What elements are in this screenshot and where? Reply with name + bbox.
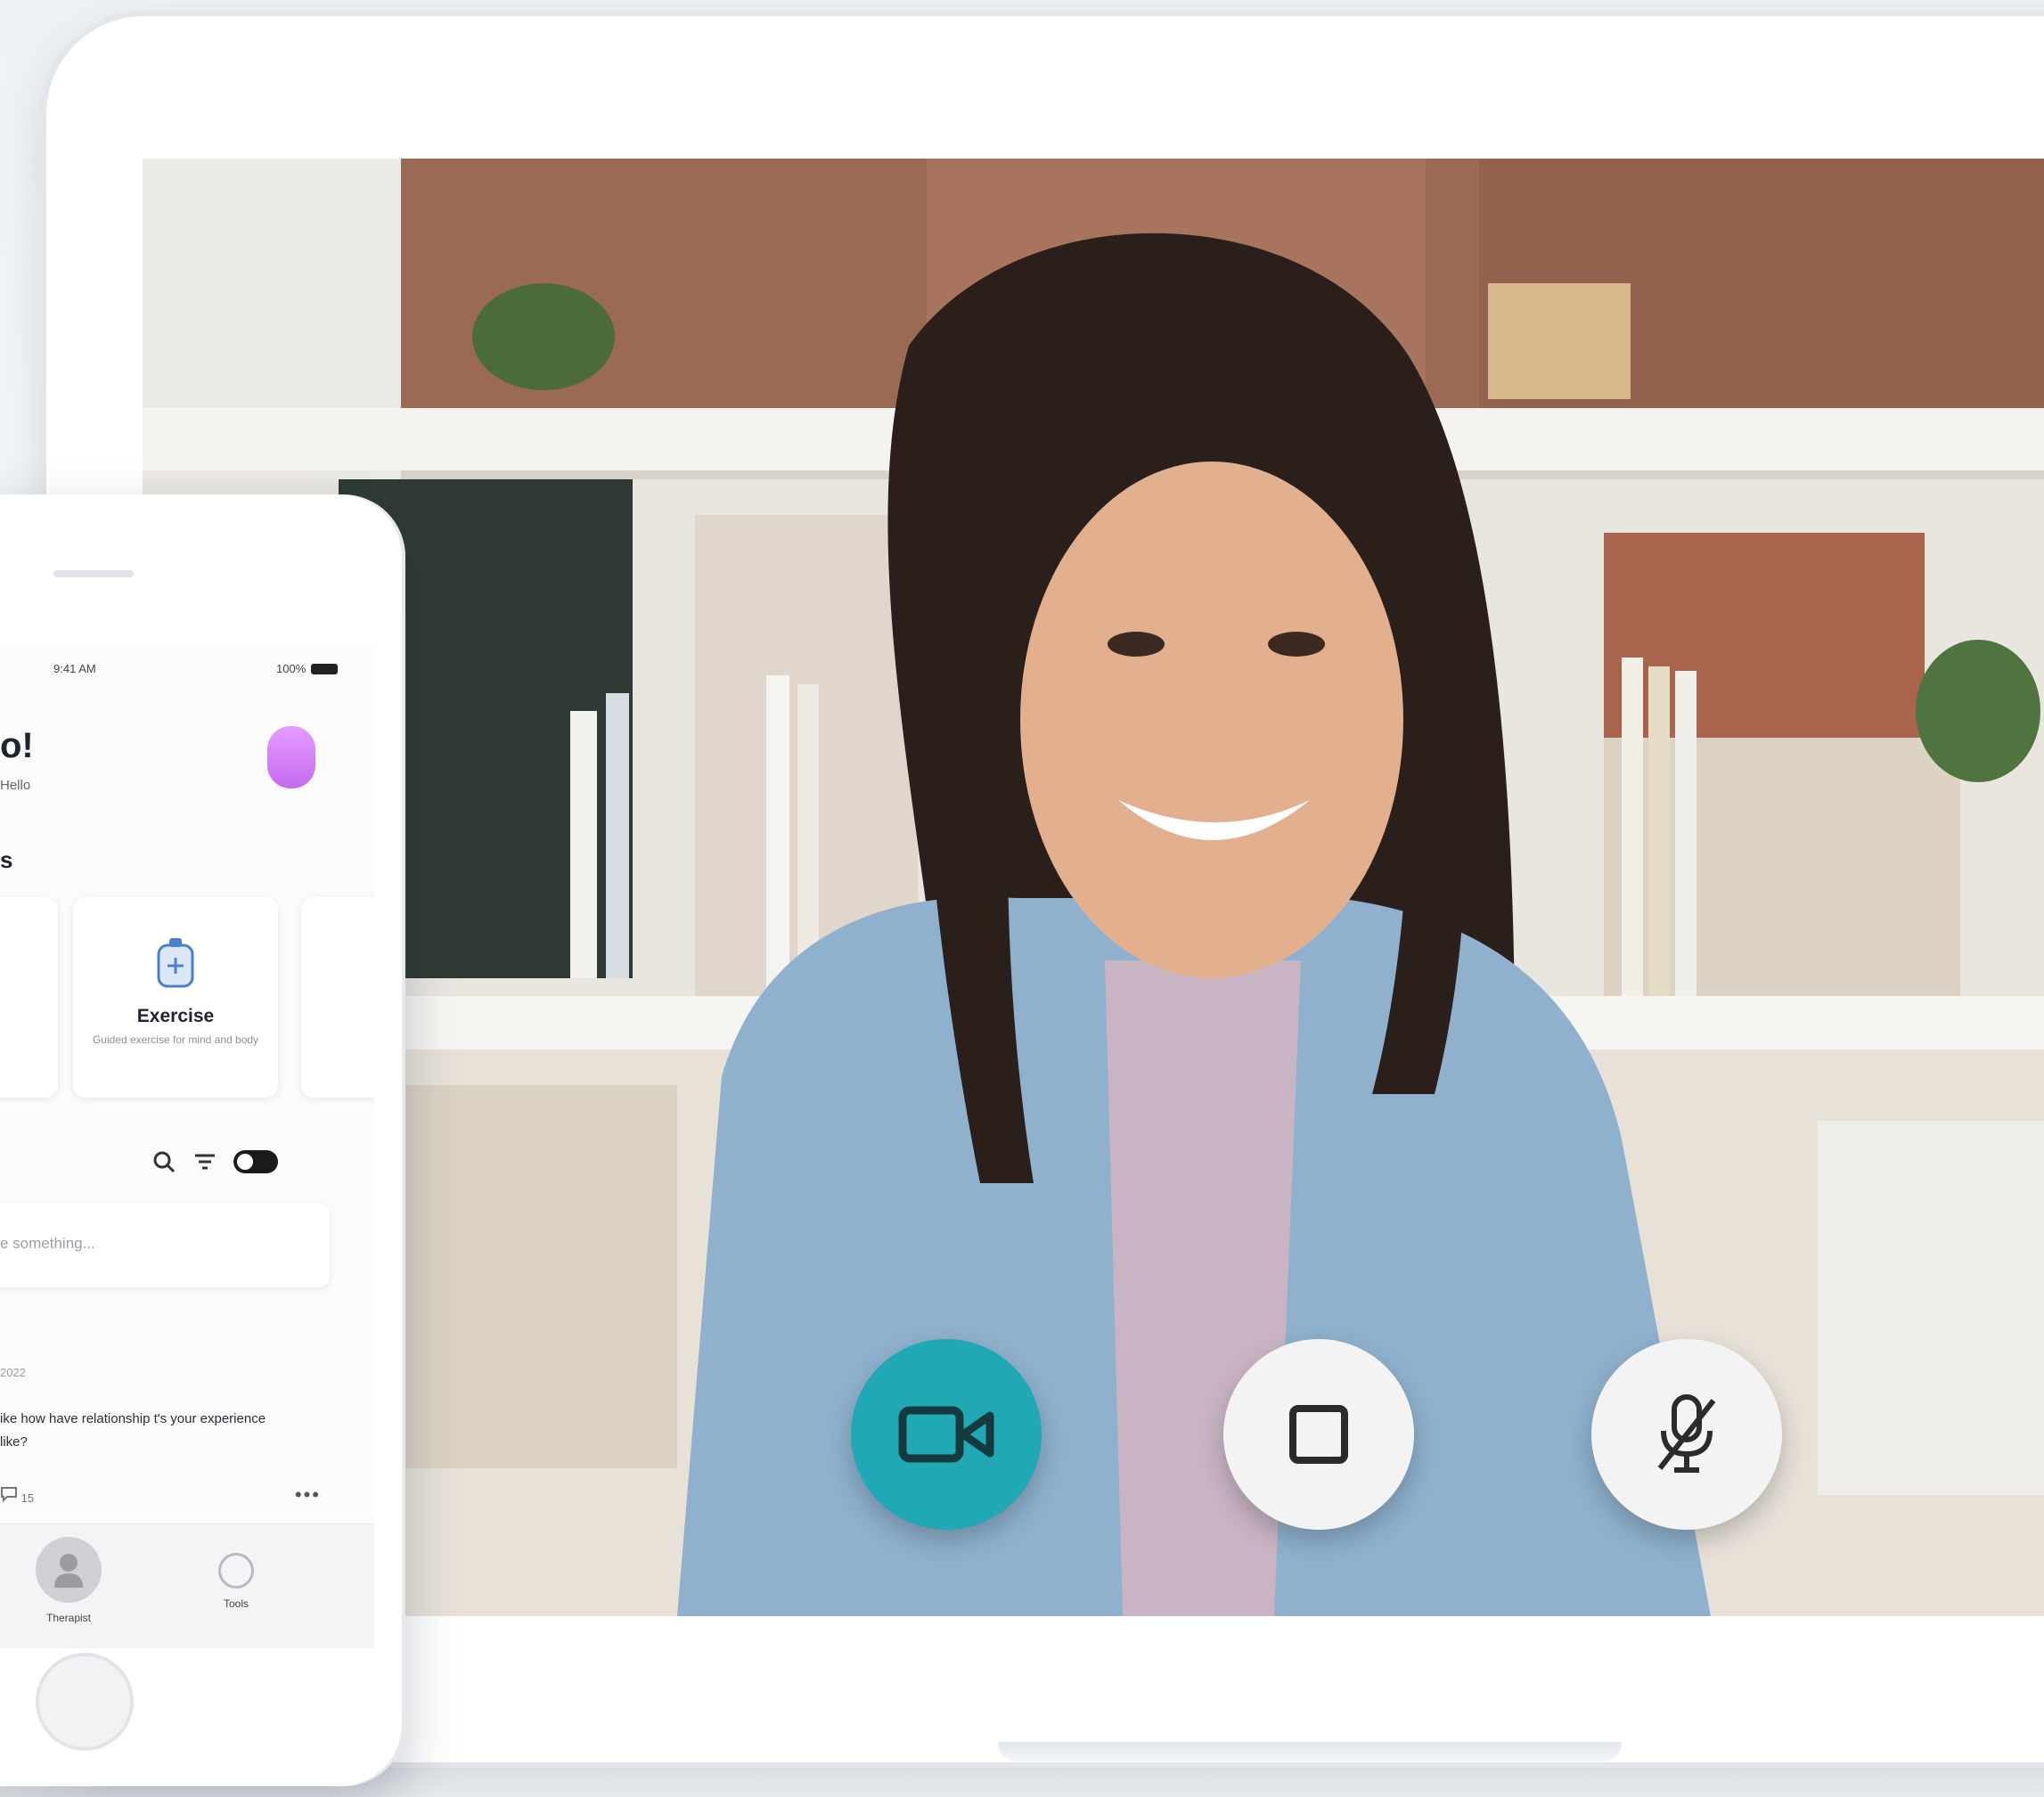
bottom-tab-bar: Therapist Tools — [0, 1523, 374, 1648]
compose-post-field[interactable]: e something... — [0, 1203, 330, 1287]
feed-toggle[interactable] — [233, 1150, 278, 1173]
tab-label: Therapist — [45, 1612, 92, 1624]
comment-icon — [1, 1486, 17, 1502]
mute-microphone-button[interactable] — [1591, 1339, 1782, 1530]
post-actions: 15 ••• — [0, 1483, 321, 1507]
reply-count: 15 — [20, 1491, 35, 1505]
compose-placeholder: e something... — [0, 1235, 95, 1252]
tab-therapist[interactable]: Therapist — [36, 1537, 102, 1624]
card-partial-right[interactable] — [301, 897, 374, 1098]
camera-toggle-button[interactable] — [851, 1339, 1042, 1530]
battery-percent: 100% — [276, 662, 307, 675]
status-bar: 9:41 AM 100% — [0, 662, 374, 683]
post-meta: 2022 — [0, 1366, 26, 1379]
feed-toolbar — [151, 1149, 278, 1174]
greeting-subtitle: Hello — [0, 778, 31, 793]
stop-button[interactable] — [1223, 1339, 1414, 1530]
comment-count[interactable]: 15 — [0, 1486, 34, 1505]
card-title: Exercise — [136, 1006, 215, 1026]
post-text: ike how have relationship t's your exper… — [0, 1411, 266, 1450]
greeting-title: o! — [0, 726, 34, 765]
search-icon[interactable] — [151, 1149, 176, 1174]
exercise-icon — [157, 938, 194, 988]
video-camera-icon — [898, 1406, 994, 1463]
status-battery: 100% — [276, 662, 339, 675]
stop-square-icon — [1289, 1405, 1348, 1464]
section-heading: s — [0, 846, 13, 873]
tab-label: Tools — [223, 1597, 249, 1610]
card-partial-left[interactable] — [0, 897, 58, 1098]
phone-speaker — [53, 570, 134, 577]
tab-tools[interactable]: Tools — [218, 1537, 254, 1610]
status-time: 9:41 AM — [53, 662, 96, 675]
therapist-icon — [36, 1537, 102, 1603]
battery-icon — [311, 663, 339, 674]
card-exercise[interactable]: Exercise Guided exercise for mind and bo… — [73, 897, 278, 1098]
microphone-muted-icon — [1657, 1394, 1716, 1473]
laptop-base — [998, 1742, 1622, 1761]
video-call-screen — [143, 159, 2044, 1616]
filter-icon[interactable] — [192, 1149, 217, 1174]
phone-screen: 9:41 AM 100% o! Hello s Exercise Guided … — [0, 646, 374, 1648]
more-options-icon[interactable]: ••• — [295, 1483, 321, 1507]
home-button[interactable] — [36, 1653, 134, 1751]
card-description: Guided exercise for mind and body — [92, 1033, 259, 1046]
tools-icon — [218, 1553, 254, 1589]
avatar[interactable] — [267, 726, 315, 788]
